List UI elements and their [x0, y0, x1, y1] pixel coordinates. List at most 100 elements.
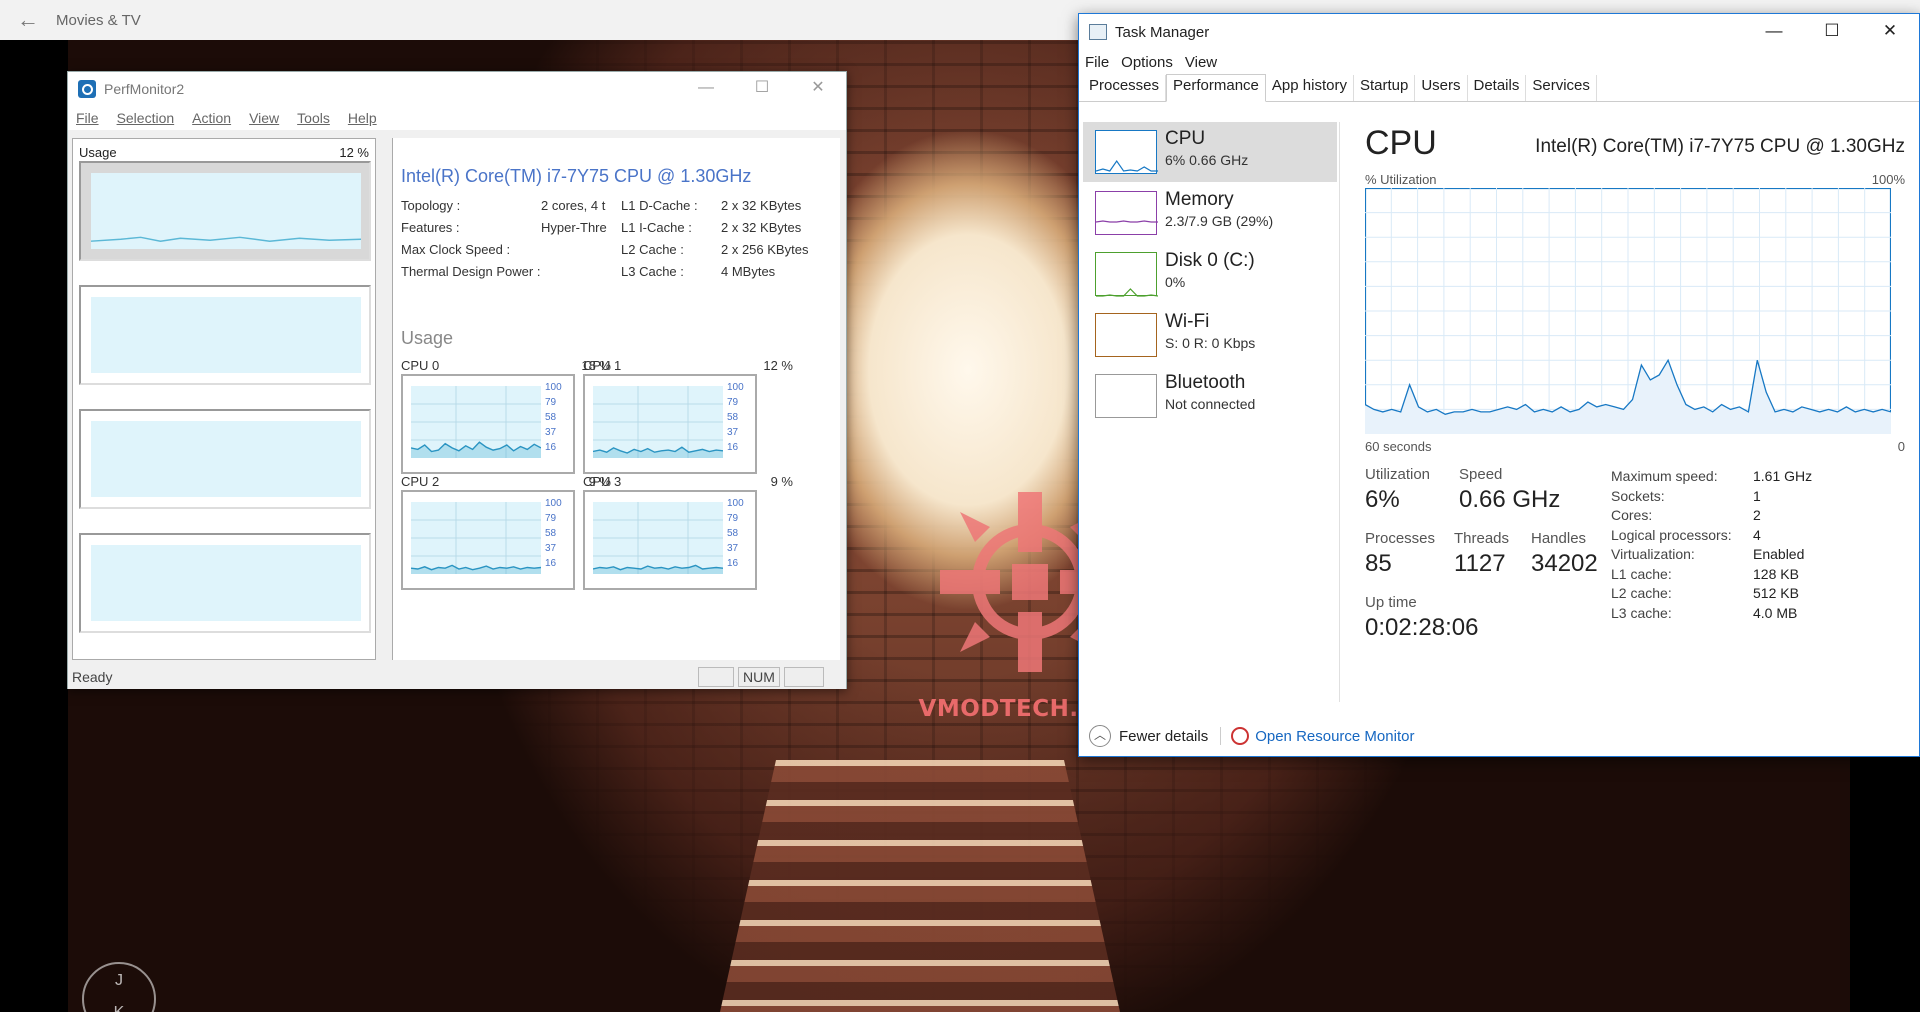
task-manager-menubar: File Options View [1079, 50, 1919, 74]
core-usage-graph [592, 386, 724, 458]
detail-value: 1.61 GHz [1753, 468, 1813, 484]
core-graph-frame: 100 79 58 37 16 [401, 374, 575, 474]
menu-tools[interactable]: Tools [297, 110, 330, 126]
sidebar-item-name: CPU [1165, 128, 1206, 149]
threads-value: 1127 [1454, 550, 1506, 577]
close-button[interactable]: ✕ [1861, 14, 1919, 50]
close-button[interactable]: ✕ [790, 72, 846, 106]
tick-label: 79 [545, 513, 557, 524]
open-resource-monitor-link[interactable]: Open Resource Monitor [1255, 728, 1414, 745]
tab-startup[interactable]: Startup [1354, 75, 1416, 101]
counter-thumb-2[interactable] [79, 285, 371, 385]
tick-label: 79 [545, 397, 557, 408]
maximize-button[interactable]: ☐ [1803, 14, 1861, 50]
chevron-up-icon[interactable]: ︿ [1089, 725, 1111, 747]
task-manager-footer: ︿ Fewer details Open Resource Monitor [1079, 714, 1919, 758]
sidebar-item-bluetooth[interactable]: Bluetooth Not connected [1083, 366, 1337, 426]
speed-label: Speed [1459, 466, 1503, 483]
minimize-button[interactable]: — [1745, 14, 1803, 50]
sidebar-thumbnail [1095, 252, 1159, 297]
tick-label: 16 [545, 558, 557, 569]
sidebar-item-sub: Not connected [1165, 396, 1256, 412]
cpu-detail-row: Cores: 2 [1611, 507, 1901, 526]
minimize-button[interactable]: — [678, 72, 734, 106]
cpu-model-name: Intel(R) Core(TM) i7-7Y75 CPU @ 1.30GHz [401, 166, 752, 186]
task-manager-titlebar[interactable]: Task Manager — ☐ ✕ [1079, 14, 1919, 50]
processes-label: Processes [1365, 530, 1436, 547]
menu-selection[interactable]: Selection [117, 110, 175, 126]
core-percent: 9 % [770, 474, 793, 489]
tab-processes[interactable]: Processes [1083, 75, 1167, 101]
fewer-details-link[interactable]: Fewer details [1119, 728, 1208, 745]
menu-help[interactable]: Help [348, 110, 377, 126]
cpu-detail-row: L1 cache: 128 KB [1611, 566, 1901, 585]
menu-file[interactable]: File [1085, 54, 1109, 71]
detail-value: 4 [1753, 526, 1761, 543]
detail-key: L3 cache: [1611, 604, 1672, 621]
sidebar-item-memory[interactable]: Memory 2.3/7.9 GB (29%) [1083, 183, 1337, 243]
status-indicator-blank [698, 667, 734, 687]
cpu-heading: CPU [1365, 124, 1437, 162]
thumbnail-graph [1095, 159, 1158, 172]
tab-users[interactable]: Users [1415, 75, 1468, 101]
menu-options[interactable]: Options [1121, 54, 1173, 71]
tick-label: 100 [545, 498, 562, 509]
cpu-detail-row: Maximum speed: 1.61 GHz [1611, 468, 1901, 487]
thumbnail-line [1095, 159, 1158, 172]
tick-label: 100 [545, 382, 562, 393]
menu-view[interactable]: View [1185, 54, 1217, 71]
usage-section-title: Usage [401, 328, 454, 348]
core-graph-plot [410, 502, 542, 574]
cpu-detail-row: L3 cache: 4.0 MB [1611, 605, 1901, 624]
detail-value: 1 [1753, 487, 1761, 504]
sidebar-item-disk-0-c[interactable]: Disk 0 (C:) 0% [1083, 244, 1337, 304]
core-graph-frame: 100 79 58 37 16 [583, 374, 757, 474]
perfmonitor-titlebar[interactable]: PerfMonitor2 — ☐ ✕ [68, 72, 846, 106]
task-manager-window: Task Manager — ☐ ✕ File Options View Pro… [1078, 13, 1920, 757]
menu-action[interactable]: Action [192, 110, 231, 126]
back-arrow-icon[interactable]: ← [0, 7, 56, 33]
tab-details[interactable]: Details [1468, 75, 1527, 101]
detail-key: L2 cache: [1611, 585, 1672, 601]
core-axis-ticks: 100 79 58 37 16 [545, 496, 562, 571]
menu-file[interactable]: File [76, 110, 99, 126]
sidebar-item-cpu[interactable]: CPU 6% 0.66 GHz [1083, 122, 1337, 182]
sidebar-divider [1339, 122, 1340, 702]
spec-value: 2 x 32 KBytes [721, 198, 802, 213]
thumbnail-line [1096, 288, 1159, 297]
detail-key: Cores: [1611, 507, 1653, 523]
tab-app-history[interactable]: App history [1266, 75, 1354, 101]
uptime-label: Up time [1365, 594, 1417, 611]
counter-thumb-usage[interactable] [79, 161, 371, 261]
core-label: CPU 2 [401, 474, 440, 489]
cpu-core-panel: CPU 1 12 % 100 79 58 37 16 [583, 358, 797, 482]
status-text: Ready [72, 668, 113, 685]
core-axis-ticks: 100 79 58 37 16 [727, 496, 744, 571]
spec-label: L2 Cache : [621, 242, 684, 257]
core-graph-frame: 100 79 58 37 16 [583, 490, 757, 590]
counter-thumb-4[interactable] [79, 533, 371, 633]
spec-label: Max Clock Speed : [401, 242, 511, 257]
task-manager-tabs: Processes Performance App history Startu… [1079, 74, 1919, 102]
spec-value: 4 MBytes [721, 264, 776, 279]
perfmonitor-window: PerfMonitor2 — ☐ ✕ File Selection Action… [67, 71, 847, 689]
tick-label: 100 [727, 382, 744, 393]
maximize-button[interactable]: ☐ [734, 72, 790, 106]
task-manager-title: Task Manager [1115, 23, 1210, 41]
tab-services[interactable]: Services [1526, 75, 1597, 101]
sidebar-item-wi-fi[interactable]: Wi-Fi S: 0 R: 0 Kbps [1083, 305, 1337, 365]
movies-tv-title: Movies & TV [56, 11, 141, 29]
footer-divider [1220, 727, 1222, 745]
perfmonitor-detail-pane: Intel(R) Core(TM) i7-7Y75 CPU @ 1.30GHz … [392, 138, 840, 660]
usage-label: Usage [79, 145, 117, 160]
resource-monitor-icon [1231, 727, 1250, 745]
detail-key: Sockets: [1611, 487, 1665, 504]
task-manager-app-icon [1089, 24, 1107, 40]
graph-y-label: % Utilization [1365, 172, 1437, 187]
detail-key: Logical processors: [1611, 526, 1732, 543]
tab-performance[interactable]: Performance [1166, 74, 1266, 102]
sidebar-item-name: Wi-Fi [1165, 311, 1210, 332]
counter-thumb-3[interactable] [79, 409, 371, 509]
menu-view[interactable]: View [249, 110, 279, 126]
speed-value: 0.66 GHz [1459, 486, 1561, 513]
